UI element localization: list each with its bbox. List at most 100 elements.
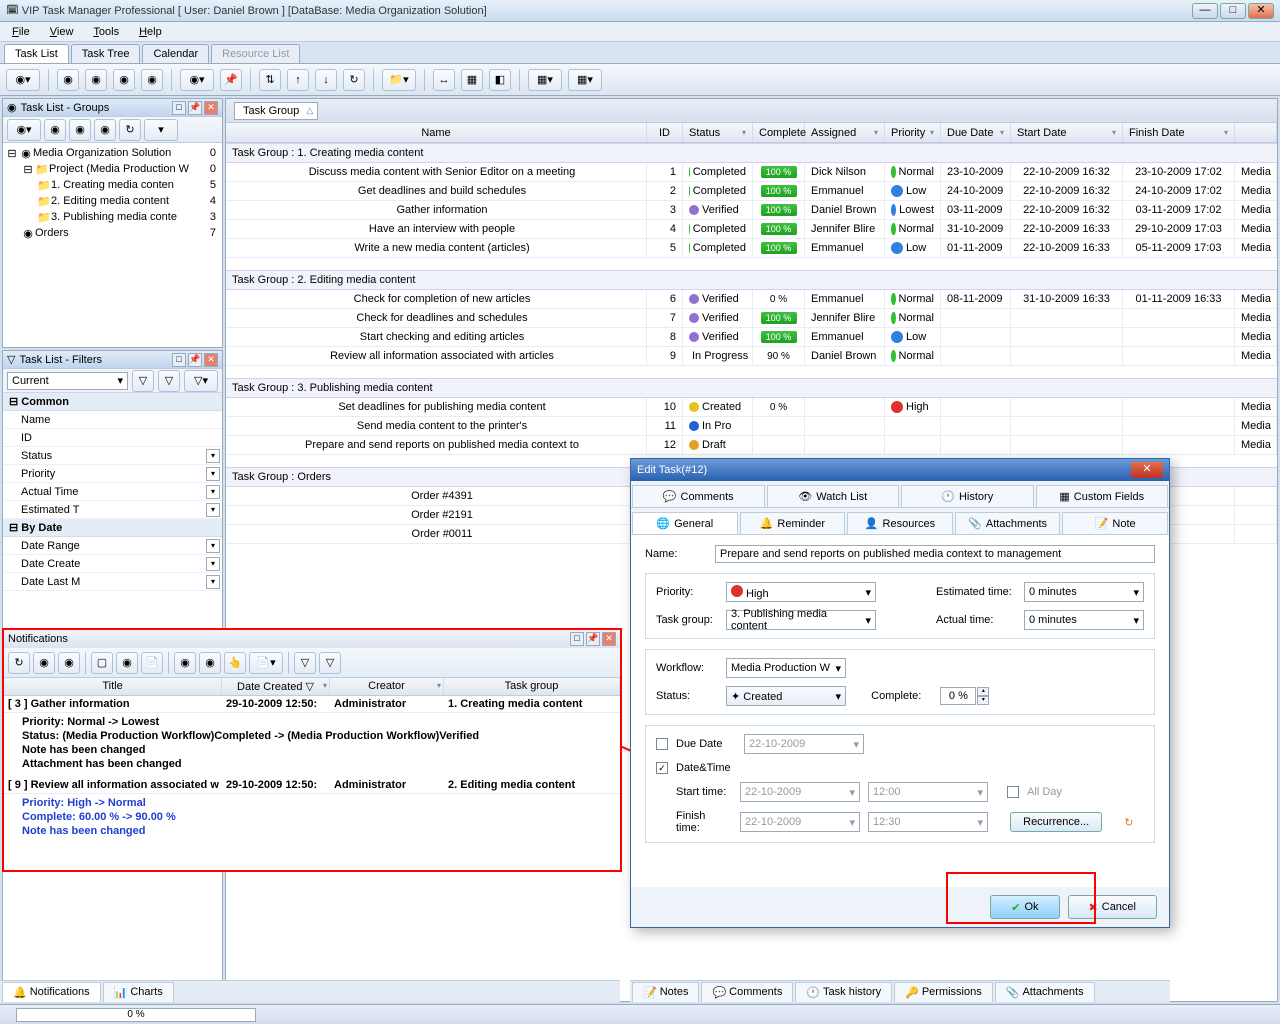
tb-pin[interactable]: 📌	[220, 69, 242, 91]
priority-combo[interactable]: High▾	[726, 582, 876, 602]
est-combo[interactable]: 0 minutes▾	[1024, 582, 1144, 602]
tb-hexpand[interactable]: ↔	[433, 69, 455, 91]
name-input[interactable]	[715, 545, 1155, 563]
complete-spinner[interactable]: 0 %▴▾	[940, 687, 976, 705]
dialog-close-button[interactable]: ✕	[1131, 462, 1163, 478]
tb-delete[interactable]: ◉	[113, 69, 135, 91]
act-combo[interactable]: 0 minutes▾	[1024, 610, 1144, 630]
rtab-comments[interactable]: 💬Comments	[701, 982, 793, 1002]
tb-grid[interactable]: ▦	[461, 69, 483, 91]
rtab-notes[interactable]: 📝Notes	[632, 982, 699, 1002]
rtab-permissions[interactable]: 🔑Permissions	[894, 982, 993, 1002]
taskgroup-combo[interactable]: 3. Publishing media content▾	[726, 610, 876, 630]
table-row[interactable]: Set deadlines for publishing media conte…	[226, 398, 1277, 417]
tb-refresh[interactable]: ↻	[343, 69, 365, 91]
notif-row[interactable]: [ 3 ] Gather information 29-10-2009 12:5…	[4, 696, 620, 713]
workflow-combo[interactable]: Media Production W▾	[726, 658, 846, 678]
dtab-attach[interactable]: 📎Attachments	[955, 512, 1061, 534]
ncol-grp[interactable]: Task group	[444, 678, 620, 695]
group-by-box[interactable]: Task Group	[234, 102, 318, 120]
menu-tools[interactable]: Tools	[85, 24, 127, 40]
tb-edit[interactable]: ◉	[85, 69, 107, 91]
finish-date-combo[interactable]: 22-10-2009▾	[740, 812, 860, 832]
filters-close[interactable]: ✕	[204, 353, 218, 367]
btab-notifications[interactable]: 🔔Notifications	[2, 982, 101, 1002]
ntb-filter[interactable]: ▽	[294, 652, 316, 674]
filter-actual[interactable]: Actual Time▾	[3, 483, 222, 501]
ftb-b[interactable]: ▽	[158, 370, 180, 392]
ntb-h[interactable]: 👆	[224, 652, 246, 674]
tree-root[interactable]: ⊟◉Media Organization Solution0	[5, 145, 220, 161]
filter-name[interactable]: Name	[3, 411, 222, 429]
btab-charts[interactable]: 📊Charts	[103, 982, 174, 1002]
tab-calendar[interactable]: Calendar	[142, 44, 209, 63]
groups-close[interactable]: ✕	[204, 101, 218, 115]
gtb-c[interactable]: ◉	[94, 119, 116, 141]
start-time-combo[interactable]: 12:00▾	[868, 782, 988, 802]
tb-copy[interactable]: ◉	[141, 69, 163, 91]
ncol-title[interactable]: Title	[4, 678, 222, 695]
notif-row[interactable]: [ 9 ] Review all information associated …	[4, 777, 620, 794]
finish-time-combo[interactable]: 12:30▾	[868, 812, 988, 832]
ntb-e[interactable]: 📄	[141, 652, 163, 674]
filter-preset[interactable]: Current▾	[7, 372, 128, 390]
dtab-reminder[interactable]: 🔔Reminder	[740, 512, 846, 534]
filter-status[interactable]: Status▾	[3, 447, 222, 465]
table-row[interactable]: Start checking and editing articles8Veri…	[226, 328, 1277, 347]
dtab-watch[interactable]: 👁Watch List	[767, 485, 900, 507]
dtab-custom[interactable]: ▦Custom Fields	[1036, 485, 1169, 507]
tree-g3[interactable]: 📁3. Publishing media conte3	[5, 209, 220, 225]
gtb-refresh[interactable]: ↻	[119, 119, 141, 141]
gtb-new[interactable]: ◉▾	[7, 119, 41, 141]
filter-sec-date[interactable]: ⊟ By Date	[3, 519, 222, 537]
col-priority[interactable]: Priority▾	[885, 123, 941, 142]
tab-task-tree[interactable]: Task Tree	[71, 44, 141, 63]
dtab-history[interactable]: 🕐History	[901, 485, 1034, 507]
filter-lastm[interactable]: Date Last M▾	[3, 573, 222, 591]
filter-range[interactable]: Date Range▾	[3, 537, 222, 555]
filter-priority[interactable]: Priority▾	[3, 465, 222, 483]
cancel-button[interactable]: ✖Cancel	[1068, 895, 1157, 919]
duedate-check[interactable]	[656, 738, 668, 750]
minimize-button[interactable]: —	[1192, 3, 1218, 19]
gtb-a[interactable]: ◉	[44, 119, 66, 141]
table-row[interactable]: Gather information3Verified100 %Daniel B…	[226, 201, 1277, 220]
ntb-f[interactable]: ◉	[174, 652, 196, 674]
table-row[interactable]: Send media content to the printer's11In …	[226, 417, 1277, 436]
ntb-i[interactable]: 📄▾	[249, 652, 283, 674]
col-finishdate[interactable]: Finish Date▾	[1123, 123, 1235, 142]
filter-sec-common[interactable]: ⊟ Common	[3, 393, 222, 411]
tb-new[interactable]: ◉▾	[6, 69, 40, 91]
tb-tag[interactable]: ◉▾	[180, 69, 214, 91]
filter-create[interactable]: Date Create▾	[3, 555, 222, 573]
dtab-resources[interactable]: 👤Resources	[847, 512, 953, 534]
groups-pin[interactable]: 📌	[188, 101, 202, 115]
col-startdate[interactable]: Start Date▾	[1011, 123, 1123, 142]
start-date-combo[interactable]: 22-10-2009▾	[740, 782, 860, 802]
ntb-refresh[interactable]: ↻	[8, 652, 30, 674]
tb-collapse[interactable]: ◧	[489, 69, 511, 91]
col-id[interactable]: ID	[647, 123, 683, 142]
rtab-attachments[interactable]: 📎Attachments	[995, 982, 1095, 1002]
col-name[interactable]: Name	[226, 123, 647, 142]
col-tg[interactable]	[1235, 123, 1277, 142]
table-row[interactable]: Discuss media content with Senior Editor…	[226, 163, 1277, 182]
gtb-d[interactable]: ▾	[144, 119, 178, 141]
tb-up[interactable]: ↑	[287, 69, 309, 91]
refresh-icon[interactable]: ↻	[1124, 816, 1133, 829]
filters-max[interactable]: □	[172, 353, 186, 367]
dtab-general[interactable]: 🌐General	[632, 512, 738, 534]
ntb-a[interactable]: ◉	[33, 652, 55, 674]
status-combo[interactable]: ✦ Created▾	[726, 686, 846, 706]
close-button[interactable]: ✕	[1248, 3, 1274, 19]
table-row[interactable]: Have an interview with people4Completed1…	[226, 220, 1277, 239]
col-duedate[interactable]: Due Date▾	[941, 123, 1011, 142]
tree-orders[interactable]: ◉Orders7	[5, 225, 220, 241]
ntb-filter2[interactable]: ▽	[319, 652, 341, 674]
tree-g1[interactable]: 📁1. Creating media conten5	[5, 177, 220, 193]
ncol-creator[interactable]: Creator▾	[330, 678, 444, 695]
filter-id[interactable]: ID	[3, 429, 222, 447]
dialog-titlebar[interactable]: Edit Task(#12) ✕	[631, 459, 1169, 481]
menu-view[interactable]: View	[42, 24, 82, 40]
filter-est[interactable]: Estimated T▾	[3, 501, 222, 519]
